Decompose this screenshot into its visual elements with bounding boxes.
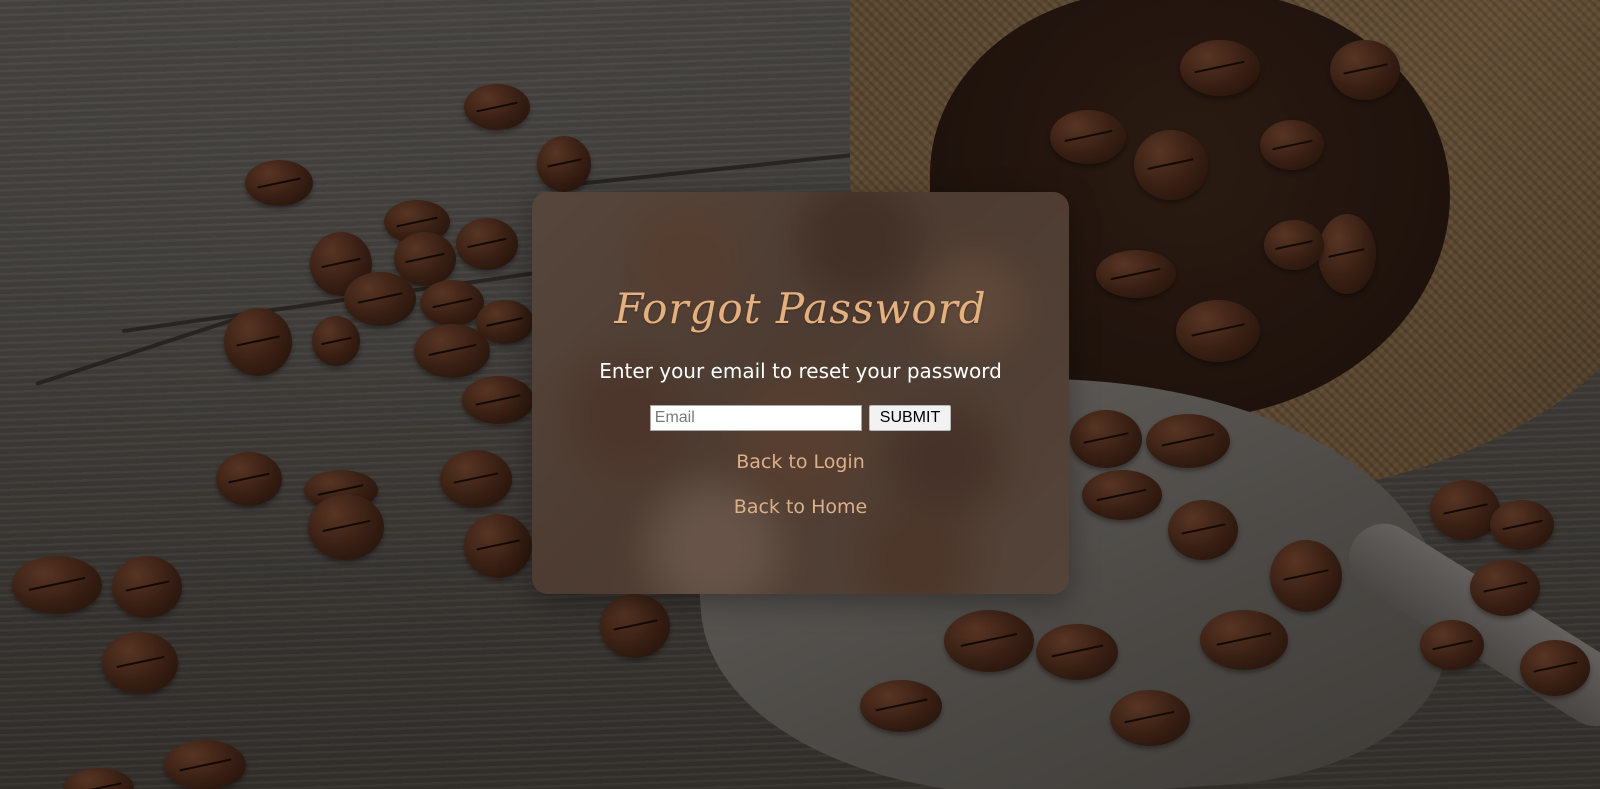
back-to-login-link[interactable]: Back to Login	[736, 451, 865, 473]
background-photo: Forgot Password Enter your email to rese…	[0, 0, 1600, 789]
card-content: Forgot Password Enter your email to rese…	[532, 192, 1069, 594]
forgot-password-card: Forgot Password Enter your email to rese…	[532, 192, 1069, 594]
submit-button[interactable]: SUBMIT	[868, 405, 952, 431]
reset-form: SUBMIT	[649, 405, 952, 431]
instructions-text: Enter your email to reset your password	[599, 359, 1002, 383]
page-title: Forgot Password	[614, 284, 987, 333]
email-input[interactable]	[649, 405, 862, 431]
back-to-home-link[interactable]: Back to Home	[734, 496, 867, 518]
